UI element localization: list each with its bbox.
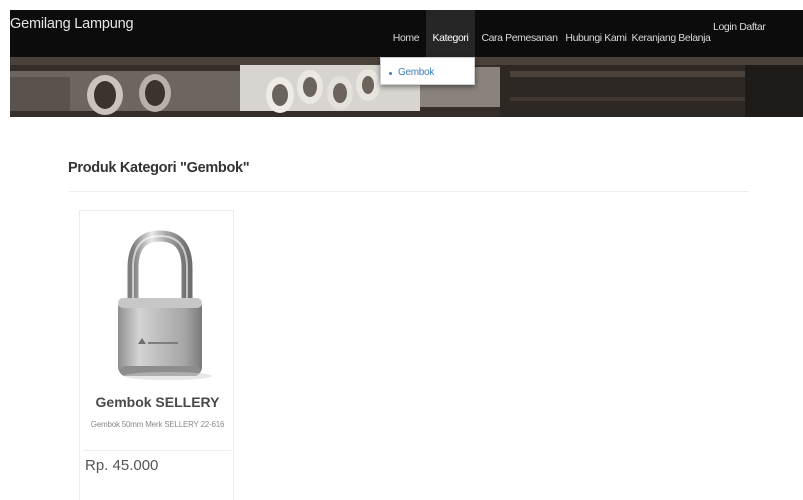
nav-home[interactable]: Home [388, 10, 424, 57]
nav-kategori[interactable]: Kategori [426, 10, 475, 57]
nav-keranjang-belanja[interactable]: Keranjang Belanja [620, 10, 722, 57]
page-title: Produk Kategori "Gembok" [68, 160, 250, 176]
brand-logo[interactable]: Gemilang Lampung [10, 16, 134, 32]
product-price: Rp. 45.000 [85, 457, 159, 474]
padlock-icon[interactable] [98, 226, 218, 386]
divider [68, 191, 749, 192]
product-description: Gembok 50mm Merk SELLERY 22-616 [90, 420, 225, 429]
product-card[interactable]: Gembok SELLERY Gembok 50mm Merk SELLERY … [79, 210, 234, 500]
navbar: Gemilang Lampung Home Kategori Cara Peme… [10, 10, 803, 57]
card-divider [83, 450, 231, 451]
dropdown-item-gembok[interactable]: Gembok [398, 67, 434, 78]
product-name[interactable]: Gembok SELLERY [80, 394, 235, 410]
nav-cara-pemesanan[interactable]: Cara Pemesanan [478, 10, 561, 57]
login-daftar-link[interactable]: Login Daftar [713, 21, 766, 33]
bullet-icon [389, 72, 392, 75]
kategori-dropdown-menu: Gembok [380, 57, 475, 85]
header: Gemilang Lampung Home Kategori Cara Peme… [10, 10, 803, 117]
